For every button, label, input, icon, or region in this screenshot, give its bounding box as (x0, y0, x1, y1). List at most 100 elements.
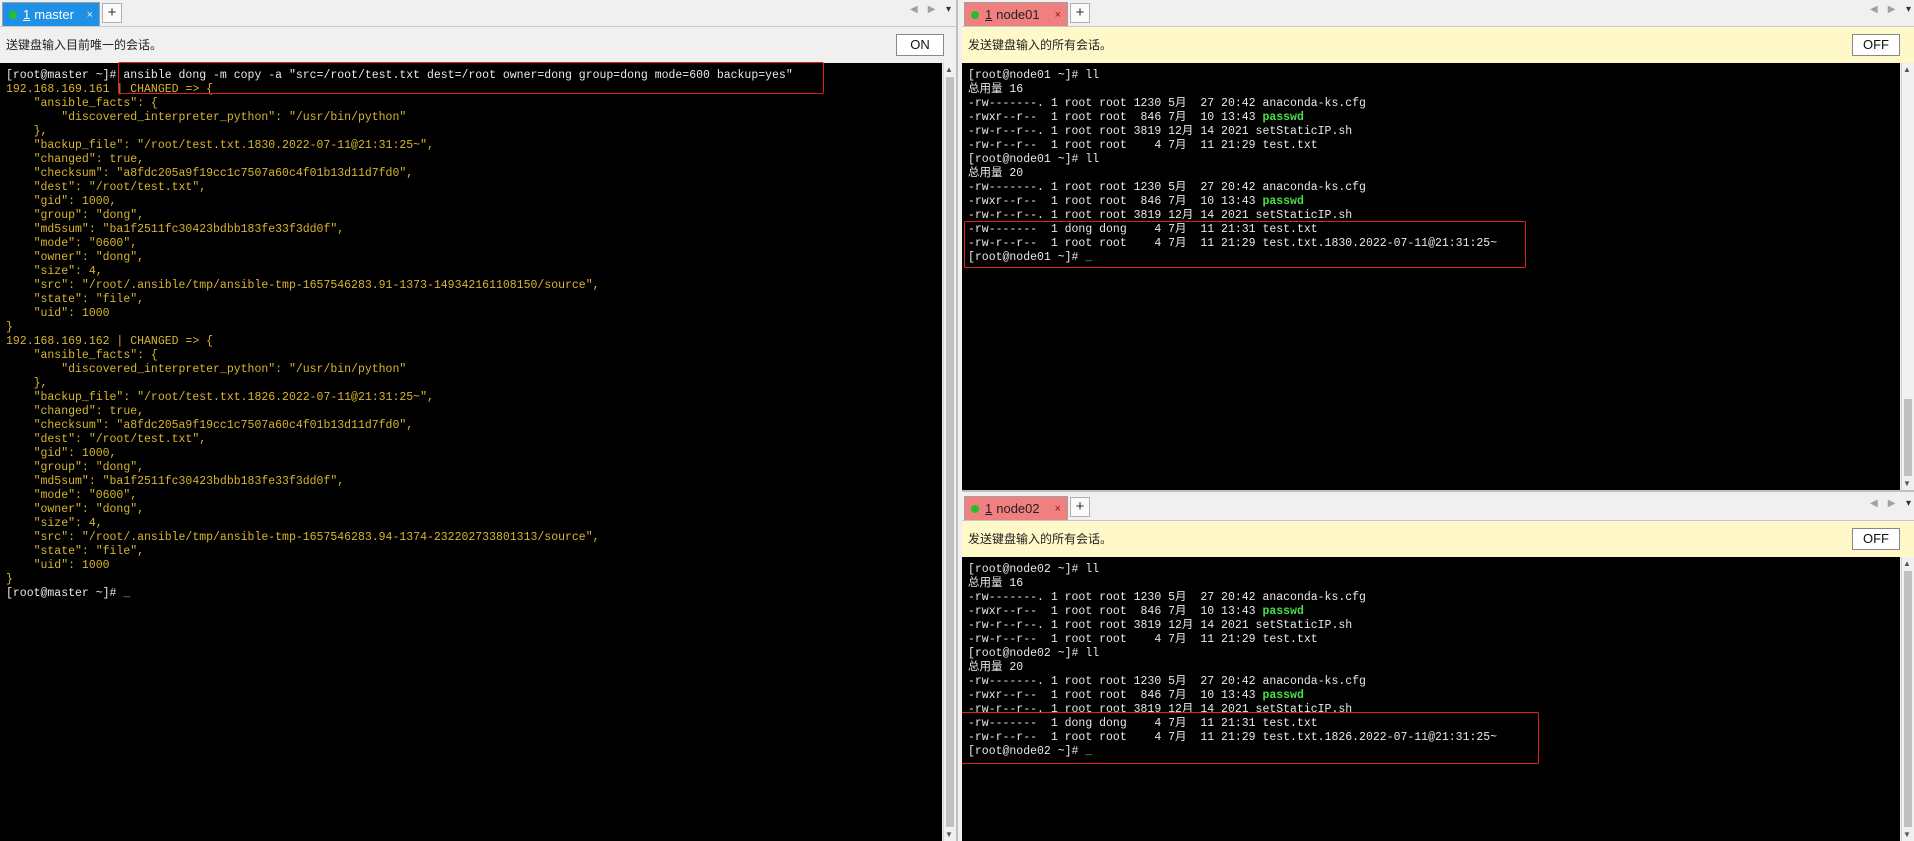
scroll-up-icon[interactable]: ▲ (945, 65, 953, 74)
add-tab-button[interactable]: + (1070, 497, 1090, 517)
send-input-label: 发送键盘输入的所有会话。 (968, 532, 1113, 546)
scroll-down-icon[interactable]: ▼ (1903, 830, 1911, 839)
terminal-line: "ansible_facts": { (6, 97, 942, 111)
terminal-line-text: -rw-r--r-- 1 root root 4 7月 11 21:29 tes… (968, 633, 1318, 646)
terminal-line: -rw-r--r-- 1 root root 4 7月 11 21:29 tes… (968, 139, 1900, 153)
scroll-down-icon[interactable]: ▼ (1903, 479, 1911, 488)
terminal-line: }, (6, 125, 942, 139)
terminal-cursor: _ (123, 587, 131, 600)
node02-scrollbar[interactable]: ▲ ▼ (1901, 557, 1914, 841)
master-scrollbar[interactable]: ▲ ▼ (943, 63, 956, 841)
scroll-down-icon[interactable]: ▼ (945, 830, 953, 839)
send-input-toggle-button[interactable]: OFF (1852, 34, 1900, 56)
terminal-line-text: "md5sum": "ba1f2511fc30423bdbb183fe33f3d… (6, 475, 345, 488)
send-input-label: 送键盘输入目前唯一的会话。 (6, 38, 163, 52)
terminal-line-text: "src": "/root/.ansible/tmp/ansible-tmp-1… (6, 279, 600, 292)
tab-close-icon[interactable]: × (1055, 3, 1061, 27)
terminal-line-text: } (6, 321, 13, 334)
tab-close-icon[interactable]: × (1055, 497, 1061, 521)
scroll-thumb[interactable] (1904, 571, 1912, 827)
terminal-line-text: -rw-r--r--. 1 root root 3819 12月 14 2021… (968, 703, 1353, 716)
send-input-bar: 送键盘输入目前唯一的会话。 ON (0, 27, 956, 63)
terminal-line: 总用量 20 (968, 167, 1900, 181)
session-connected-icon (971, 10, 979, 19)
terminal-line-text: "group": "dong", (6, 209, 145, 222)
terminal-line-text: "gid": 1000, (6, 447, 117, 460)
scroll-thumb[interactable] (1904, 399, 1912, 476)
terminal-line: [root@node01 ~]# _ (968, 251, 1900, 265)
terminal-line: } (6, 573, 942, 587)
terminal-line: -rw-r--r--. 1 root root 3819 12月 14 2021… (968, 619, 1900, 633)
terminal-line-text: "backup_file": "/root/test.txt.1826.2022… (6, 391, 434, 404)
terminal-line: "backup_file": "/root/test.txt.1826.2022… (6, 391, 942, 405)
terminal-line: -rwxr--r-- 1 root root 846 7月 10 13:43 p… (968, 111, 1900, 125)
executable-filename: passwd (1262, 605, 1304, 618)
terminal-line: [root@node02 ~]# ll (968, 647, 1900, 661)
terminal-line-text: "uid": 1000 (6, 307, 110, 320)
tab-menu-arrow[interactable]: ▾ (1906, 4, 1911, 15)
terminal-line-text: [root@node01 ~]# ll (968, 69, 1100, 82)
node01-terminal[interactable]: [root@node01 ~]# ll 总用量 16 -rw-------. 1 r… (962, 63, 1900, 490)
tab-scroll-arrows[interactable]: ◀▶ (910, 4, 945, 15)
tab-node01[interactable]: 1 node01 × (964, 2, 1068, 26)
terminal-line-text: "owner": "dong", (6, 503, 145, 516)
terminal-line-text: "mode": "0600", (6, 489, 138, 502)
terminal-line: "owner": "dong", (6, 503, 942, 517)
terminal-line: "mode": "0600", (6, 489, 942, 503)
terminal-line-text: "owner": "dong", (6, 251, 145, 264)
terminal-line-text: 总用量 16 (968, 83, 1024, 96)
terminal-line: "uid": 1000 (6, 307, 942, 321)
terminal-line-text: -rwxr--r-- 1 root root 846 7月 10 13:43 (968, 195, 1263, 208)
terminal-line: -rw-------. 1 root root 1230 5月 27 20:42… (968, 675, 1900, 689)
scroll-thumb[interactable] (946, 77, 954, 827)
terminal-line: "md5sum": "ba1f2511fc30423bdbb183fe33f3d… (6, 223, 942, 237)
terminal-line: "ansible_facts": { (6, 349, 942, 363)
tab-menu-arrow[interactable]: ▾ (1906, 498, 1911, 509)
tab-number: 1 (23, 7, 31, 22)
terminal-line: "discovered_interpreter_python": "/usr/b… (6, 363, 942, 377)
add-tab-button[interactable]: + (102, 3, 122, 23)
node01-scrollbar[interactable]: ▲ ▼ (1901, 63, 1914, 490)
executable-filename: passwd (1262, 111, 1304, 124)
send-input-toggle-button[interactable]: ON (896, 34, 944, 56)
tab-master[interactable]: 1 master × (2, 2, 100, 26)
terminal-line: -rw-r--r--. 1 root root 3819 12月 14 2021… (968, 703, 1900, 717)
terminal-line: -rw------- 1 dong dong 4 7月 11 21:31 tes… (968, 717, 1900, 731)
scroll-up-icon[interactable]: ▲ (1903, 559, 1911, 568)
node02-terminal[interactable]: [root@node02 ~]# ll 总用量 16 -rw-------. 1 r… (962, 557, 1900, 841)
tab-close-icon[interactable]: × (87, 3, 93, 27)
terminal-line-text: "src": "/root/.ansible/tmp/ansible-tmp-1… (6, 531, 600, 544)
terminal-line: -rwxr--r-- 1 root root 846 7月 10 13:43 p… (968, 605, 1900, 619)
terminal-line-text: "changed": true, (6, 153, 145, 166)
terminal-line-text: "state": "file", (6, 293, 145, 306)
terminal-line-text: "md5sum": "ba1f2511fc30423bdbb183fe33f3d… (6, 223, 345, 236)
terminal-line-text: } (6, 573, 13, 586)
terminal-line-text: -rwxr--r-- 1 root root 846 7月 10 13:43 (968, 111, 1263, 124)
send-input-bar: 发送键盘输入的所有会话。 OFF (962, 521, 1914, 557)
tab-scroll-arrows[interactable]: ◀▶ (1870, 4, 1905, 15)
send-input-toggle-button[interactable]: OFF (1852, 528, 1900, 550)
tab-node02[interactable]: 1 node02 × (964, 496, 1068, 520)
terminal-line-text: -rw-------. 1 root root 1230 5月 27 20:42… (968, 97, 1366, 110)
terminal-line-text: "backup_file": "/root/test.txt.1830.2022… (6, 139, 434, 152)
terminal-line: "checksum": "a8fdc205a9f19cc1c7507a60c4f… (6, 419, 942, 433)
terminal-line-text: -rw-r--r-- 1 root root 4 7月 11 21:29 tes… (968, 139, 1318, 152)
terminal-line: 总用量 20 (968, 661, 1900, 675)
add-tab-button[interactable]: + (1070, 3, 1090, 23)
terminal-line: -rw------- 1 dong dong 4 7月 11 21:31 tes… (968, 223, 1900, 237)
terminal-line: "gid": 1000, (6, 447, 942, 461)
terminal-line-text: "ansible_facts": { (6, 97, 158, 110)
tab-scroll-arrows[interactable]: ◀▶ (1870, 498, 1905, 509)
terminal-line: "backup_file": "/root/test.txt.1830.2022… (6, 139, 942, 153)
send-input-bar: 发送键盘输入的所有会话。 OFF (962, 27, 1914, 63)
terminal-line: "uid": 1000 (6, 559, 942, 573)
terminal-line-text: -rw-r--r-- 1 root root 4 7月 11 21:29 tes… (968, 731, 1498, 744)
tab-title: node01 (996, 7, 1040, 22)
scroll-up-icon[interactable]: ▲ (1903, 65, 1911, 74)
tab-menu-arrow[interactable]: ▾ (946, 4, 951, 15)
terminal-line-text: [root@node02 ~]# (968, 745, 1086, 758)
tab-title: master (34, 7, 74, 22)
terminal-line-text: [root@node01 ~]# ll (968, 153, 1100, 166)
terminal-line-text: "dest": "/root/test.txt", (6, 433, 207, 446)
master-terminal[interactable]: [root@master ~]# ansible dong -m copy -a… (0, 63, 942, 841)
